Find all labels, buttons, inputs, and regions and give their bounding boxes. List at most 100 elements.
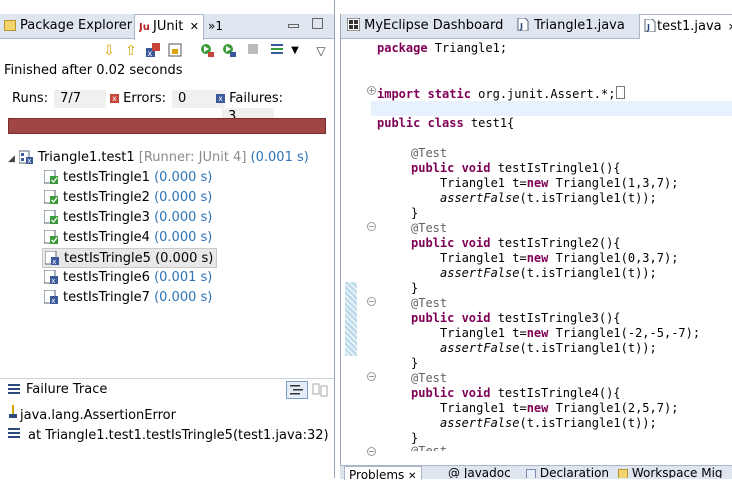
code-line: Triangle1 t=new Triangle1(-2,-5,-7);	[440, 326, 700, 341]
collapse-fold-icon[interactable]: −	[367, 372, 376, 381]
test-progress-bar	[8, 118, 326, 134]
code-line: public void testIsTringle2(){	[411, 236, 621, 251]
code-line: package Triangle1;	[377, 41, 507, 56]
tree-item-time: (0.000 s)	[154, 230, 213, 245]
exception-icon	[8, 405, 20, 423]
collapse-arrow-icon[interactable]: ◢	[8, 154, 15, 164]
tree-root-label: Triangle1.test1	[37, 150, 135, 165]
next-failure-icon[interactable]: ⇩	[100, 42, 118, 60]
tab-myeclipse-dashboard[interactable]: MyEclipse Dashboard	[346, 14, 503, 38]
folded-marker-icon[interactable]	[616, 86, 626, 99]
collapse-fold-icon[interactable]: −	[367, 222, 376, 231]
previous-failure-icon[interactable]: ⇧	[122, 42, 140, 60]
tree-item-time: (0.000 s)	[154, 190, 213, 205]
code-line: Triangle1 t=new Triangle1(2,5,7);	[440, 401, 678, 416]
code-line: public void testIsTringle4(){	[411, 386, 621, 401]
tree-item[interactable]: testIsTringle3 (0.000 s)	[8, 208, 334, 228]
minimize-icon[interactable]	[288, 24, 299, 28]
code-keyword: public void	[411, 311, 491, 325]
collapse-fold-icon[interactable]: −	[367, 447, 376, 456]
svg-text:x: x	[51, 277, 55, 284]
close-icon[interactable]: ✕	[190, 15, 199, 39]
scroll-lock-icon[interactable]	[166, 42, 184, 60]
code-editor[interactable]: package Triangle1; import static org.jun…	[371, 39, 732, 451]
code-keyword: new	[526, 176, 549, 190]
trace-line[interactable]: at Triangle1.test1.testIsTringle5(test1.…	[8, 427, 329, 443]
tree-item-label: testIsTringle1	[63, 170, 150, 185]
close-icon[interactable]: ✕	[408, 471, 416, 480]
close-icon[interactable]: ×	[728, 20, 732, 33]
code-line: assertFalse(t.isTriangle1(t));	[440, 416, 657, 431]
code-keyword: new	[526, 251, 549, 265]
tab-triangle1-java[interactable]: J Triangle1.java	[517, 14, 625, 38]
tree-item-time: (0.000 s)	[154, 170, 213, 185]
code-text: (t.isTriangle1(t));	[519, 266, 657, 280]
svg-text:x: x	[27, 157, 31, 164]
history-dropdown-icon[interactable]: ▼	[286, 42, 304, 60]
errors-counter: x Errors: 0	[110, 90, 224, 108]
code-annotation: @Test	[411, 444, 448, 451]
tree-item-label: testIsTringle4	[63, 230, 150, 245]
test-tree: ◢ x Triangle1.test1 [Runner: JUnit 4] (0…	[8, 148, 334, 308]
tree-item-time: (0.000 s)	[154, 290, 213, 305]
tab-junit-label: JUnit	[153, 19, 184, 34]
maximize-icon[interactable]	[312, 18, 323, 29]
code-text: testIsTringle2(){	[490, 236, 621, 250]
code-text: Triangle1 t=	[440, 401, 527, 415]
selection-highlight: x testIsTringle5 (0.000 s)	[42, 248, 218, 268]
tab-package-explorer[interactable]: Package Explorer	[4, 14, 132, 38]
test-run-history-icon[interactable]	[268, 42, 286, 60]
tab-test1-java[interactable]: Jtest1.java ×	[639, 14, 732, 39]
stop-icon[interactable]	[244, 42, 262, 60]
show-failures-only-icon[interactable]: x	[144, 42, 162, 60]
code-text: Triangle1(0,3,7);	[548, 251, 679, 265]
runs-counter: Runs: 7/7	[12, 90, 107, 108]
collapse-fold-icon[interactable]: −	[367, 297, 376, 306]
tab-overflow[interactable]: »1	[208, 14, 223, 38]
code-line: public class test1{	[377, 116, 514, 131]
code-keyword: public void	[411, 161, 491, 175]
java-file-icon: J	[517, 16, 530, 32]
svg-text:x: x	[51, 297, 55, 304]
rerun-test-icon[interactable]	[198, 42, 216, 60]
junit-view: Package Explorer Ju JUnit ✕ »1 ⇩ ⇧ x ▼ ▽…	[0, 0, 335, 478]
code-text: (t.isTriangle1(t));	[519, 341, 657, 355]
rerun-failed-first-icon[interactable]	[220, 42, 238, 60]
test-pass-icon	[43, 169, 58, 184]
tree-item[interactable]: x testIsTringle7 (0.000 s)	[8, 288, 334, 308]
tree-item[interactable]: testIsTringle4 (0.000 s)	[8, 228, 334, 248]
tree-item-label: testIsTringle5	[64, 251, 151, 266]
code-line: import static org.junit.Assert.*;	[377, 86, 626, 101]
filter-stack-icon[interactable]	[286, 381, 308, 399]
tab-test1-java-label: test1.java	[657, 19, 722, 34]
tree-root[interactable]: ◢ x Triangle1.test1 [Runner: JUnit 4] (0…	[8, 148, 334, 168]
tree-item-label: testIsTringle3	[63, 210, 150, 225]
code-line: Triangle1 t=new Triangle1(0,3,7);	[440, 251, 678, 266]
tab-declaration[interactable]: Declaration	[526, 467, 609, 478]
compare-result-icon[interactable]	[312, 382, 328, 402]
trace-line-text: at Triangle1.test1.testIsTringle5(test1.…	[28, 428, 329, 443]
code-annotation: @Test	[411, 296, 448, 310]
failures-counter: x Failures:3	[216, 90, 334, 126]
test-fail-icon: x	[43, 269, 58, 285]
svg-text:x: x	[52, 258, 56, 265]
runs-label: Runs:	[12, 91, 49, 106]
test-fail-icon: x	[44, 250, 59, 266]
runs-value: 7/7	[54, 90, 107, 108]
trace-line[interactable]: java.lang.AssertionError	[8, 405, 176, 423]
tree-item-label: testIsTringle6	[63, 270, 150, 285]
expand-import-icon[interactable]: +	[367, 86, 376, 95]
tree-item-selected[interactable]: x testIsTringle5 (0.000 s)	[8, 248, 334, 268]
code-text: Triangle1(1,3,7);	[548, 176, 679, 190]
tab-javadoc[interactable]: @ Javadoc	[448, 467, 511, 478]
tree-item[interactable]: testIsTringle2 (0.000 s)	[8, 188, 334, 208]
code-annotation: @Test	[411, 371, 448, 385]
tree-item[interactable]: x testIsTringle6 (0.001 s)	[8, 268, 334, 288]
tab-workspace-migration[interactable]: Workspace Mig	[618, 467, 723, 478]
tree-item[interactable]: testIsTringle1 (0.000 s)	[8, 168, 334, 188]
svg-text:J: J	[646, 23, 650, 32]
code-annotation: @Test	[411, 146, 448, 160]
view-menu-icon[interactable]: ▽	[312, 42, 330, 60]
tab-junit[interactable]: Ju JUnit ✕	[134, 14, 204, 40]
bottom-view-tabbar: Problems ✕ @ Javadoc Declaration Workspa…	[340, 465, 732, 480]
